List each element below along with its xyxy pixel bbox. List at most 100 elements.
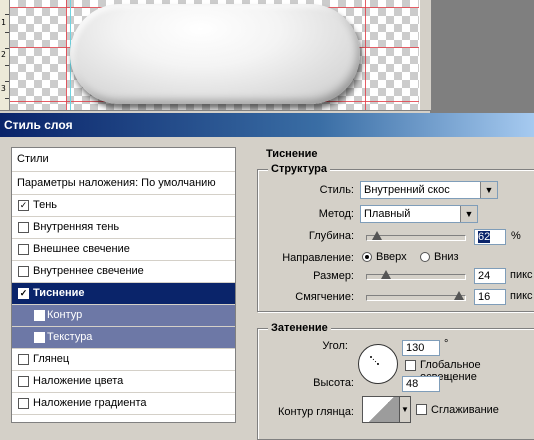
altitude-input[interactable]: 48 <box>402 376 440 392</box>
style-item-label: Текстура <box>47 331 93 343</box>
guide-vertical <box>365 0 366 110</box>
depth-unit: % <box>511 230 521 242</box>
global-light-checkbox[interactable] <box>405 360 416 371</box>
style-item[interactable]: ✓ Тиснение <box>12 283 235 305</box>
chevron-down-icon: ▼ <box>480 182 497 198</box>
ruler-label: 1 <box>1 18 6 27</box>
styles-list: Стили Параметры наложения: По умолчанию … <box>11 147 236 423</box>
style-item[interactable]: Внутренняя тень <box>12 217 235 239</box>
soften-input[interactable]: 16 <box>474 289 506 305</box>
soften-label: Смягчение: <box>295 291 354 303</box>
style-item-label: Тень <box>33 199 58 211</box>
pill-button-shape <box>70 4 360 104</box>
altitude-value: 48 <box>406 378 419 390</box>
style-item[interactable]: Текстура <box>12 327 235 349</box>
soften-unit: пикс <box>510 290 533 302</box>
altitude-label: Высота: <box>313 377 354 389</box>
style-item-label: Наложение градиента <box>33 397 147 409</box>
style-item-label: Тиснение <box>33 287 85 299</box>
style-dropdown-value: Внутренний скос <box>364 184 450 196</box>
vertical-ruler[interactable]: 1 2 3 <box>0 0 10 113</box>
style-label: Стиль: <box>319 184 354 196</box>
style-item-checkbox[interactable] <box>18 244 29 255</box>
angle-label: Угол: <box>322 340 348 352</box>
dialog-title: Стиль слоя <box>4 118 73 132</box>
direction-up-radio[interactable] <box>362 252 372 262</box>
method-dropdown[interactable]: Плавный ▼ <box>360 205 478 223</box>
size-label: Размер: <box>313 270 354 282</box>
dialog-title-bar[interactable]: Стиль слоя <box>0 113 534 137</box>
gloss-contour-label: Контур глянца: <box>277 406 354 418</box>
styles-header[interactable]: Стили <box>12 148 235 172</box>
style-item-checkbox[interactable]: ✓ <box>18 200 29 211</box>
depth-input[interactable]: 62 <box>474 229 506 245</box>
size-slider[interactable] <box>366 270 466 280</box>
ruler-tick <box>5 98 9 99</box>
style-item-checkbox[interactable] <box>18 354 29 365</box>
ruler-label: 2 <box>1 50 6 59</box>
style-item[interactable]: ✓ Тень <box>12 195 235 217</box>
angle-degree: ° <box>444 338 449 350</box>
style-item-label: Наложение цвета <box>33 375 124 387</box>
depth-slider[interactable] <box>366 231 466 241</box>
depth-slider-thumb[interactable] <box>371 231 382 240</box>
structure-group-title: Структура <box>268 163 330 175</box>
ruler-tick <box>5 32 9 33</box>
soften-value: 16 <box>478 291 491 303</box>
chevron-down-icon: ▼ <box>460 206 477 222</box>
style-item-checkbox[interactable] <box>18 376 29 387</box>
direction-down-radio[interactable] <box>420 252 430 262</box>
direction-up-label: Вверх <box>376 251 407 263</box>
angle-dial-marker <box>370 356 379 365</box>
method-label: Метод: <box>318 208 354 220</box>
gloss-contour-chevron-down-icon[interactable]: ▼ <box>400 396 411 423</box>
style-item-label: Внешнее свечение <box>33 243 130 255</box>
size-slider-thumb[interactable] <box>381 270 392 279</box>
soften-slider-thumb[interactable] <box>454 291 465 300</box>
style-item-label: Глянец <box>33 353 70 365</box>
altitude-degree: ° <box>444 374 449 386</box>
style-item[interactable]: Глянец <box>12 349 235 371</box>
direction-down-label: Вниз <box>434 251 459 263</box>
angle-dial[interactable] <box>358 344 398 384</box>
style-dropdown[interactable]: Внутренний скос ▼ <box>360 181 498 199</box>
size-unit: пикс <box>510 269 533 281</box>
direction-label: Направление: <box>282 252 354 264</box>
vertical-scrollbar[interactable] <box>419 0 432 110</box>
bevel-section-title: Тиснение <box>266 148 318 160</box>
styles-header-label: Стили <box>17 153 49 165</box>
ruler-tick <box>5 81 9 82</box>
angle-input[interactable]: 130 <box>402 340 440 356</box>
style-item[interactable]: Наложение градиента <box>12 393 235 415</box>
depth-value: 62 <box>478 231 491 243</box>
style-item-checkbox[interactable] <box>18 398 29 409</box>
shading-group-title: Затенение <box>268 322 331 334</box>
style-item-checkbox[interactable] <box>18 222 29 233</box>
size-value: 24 <box>478 270 491 282</box>
style-item[interactable]: Контур <box>12 305 235 327</box>
guide-vertical <box>66 0 67 110</box>
style-item[interactable]: Наложение цвета <box>12 371 235 393</box>
ruler-label: 3 <box>1 84 6 93</box>
style-item-label: Контур <box>47 309 83 321</box>
style-item[interactable]: Внешнее свечение <box>12 239 235 261</box>
soften-slider[interactable] <box>366 291 466 301</box>
angle-value: 130 <box>406 342 425 354</box>
gloss-contour-preview[interactable] <box>362 396 400 423</box>
blending-options-label: Параметры наложения: По умолчанию <box>17 177 216 189</box>
depth-label: Глубина: <box>308 230 354 242</box>
style-item-checkbox[interactable] <box>34 332 45 343</box>
blending-options-item[interactable]: Параметры наложения: По умолчанию <box>12 172 235 195</box>
style-item[interactable]: Внутреннее свечение <box>12 261 235 283</box>
style-item-checkbox[interactable] <box>34 310 45 321</box>
style-item-label: Внутреннее свечение <box>33 265 144 277</box>
style-item-checkbox[interactable] <box>18 266 29 277</box>
antialias-checkbox[interactable] <box>416 404 427 415</box>
size-input[interactable]: 24 <box>474 268 506 284</box>
antialias-label: Сглаживание <box>431 404 499 416</box>
ruler-tick <box>5 65 9 66</box>
ruler-tick <box>5 48 9 49</box>
method-dropdown-value: Плавный <box>364 208 411 220</box>
style-item-checkbox[interactable]: ✓ <box>18 288 29 299</box>
document-canvas-area: 1 2 3 <box>0 0 534 113</box>
